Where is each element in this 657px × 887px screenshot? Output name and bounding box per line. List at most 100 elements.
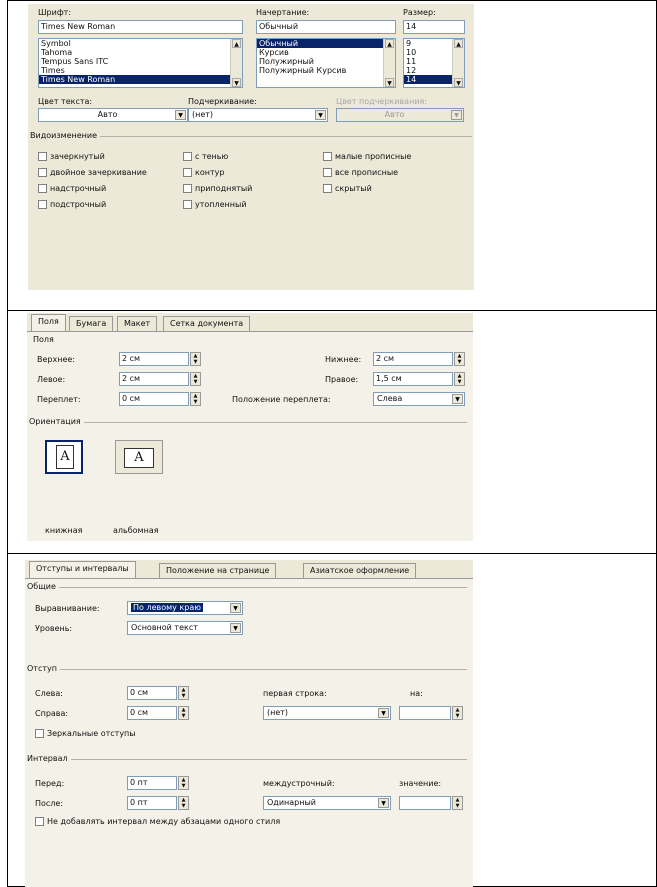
- checkbox-box[interactable]: [38, 168, 47, 177]
- spin-arrows-icon[interactable]: ▲ ▼: [190, 372, 201, 386]
- bottom-margin-spinner[interactable]: 2 см ▲ ▼: [373, 352, 465, 366]
- tab-page-position[interactable]: Положение на странице: [159, 563, 277, 578]
- tab-indents-spacing[interactable]: Отступы и интервалы: [29, 561, 136, 579]
- chevron-down-icon[interactable]: ▼: [378, 708, 389, 718]
- engrave-checkbox[interactable]: утопленный: [183, 200, 247, 210]
- list-item[interactable]: Полужирный: [257, 57, 395, 66]
- dont-add-spacing-checkbox[interactable]: Не добавлять интервал между абзацами одн…: [35, 817, 280, 827]
- list-item[interactable]: Times New Roman: [39, 75, 242, 84]
- superscript-checkbox[interactable]: надстрочный: [38, 184, 106, 194]
- scroll-down-icon[interactable]: ▼: [385, 78, 394, 87]
- outline-checkbox[interactable]: контур: [183, 168, 224, 178]
- gutter-position-select[interactable]: Слева ▼: [373, 392, 465, 406]
- scrollbar[interactable]: ▲ ▼: [452, 39, 464, 87]
- scroll-up-icon[interactable]: ▲: [232, 39, 241, 48]
- list-item[interactable]: Symbol: [39, 39, 242, 48]
- underline-color-select[interactable]: Авто ▼: [336, 108, 464, 122]
- after-input[interactable]: 0 пт: [127, 796, 177, 810]
- mirror-indents-checkbox[interactable]: Зеркальные отступы: [35, 729, 136, 739]
- checkbox-box[interactable]: [323, 152, 332, 161]
- chevron-down-icon[interactable]: ▼: [175, 110, 186, 120]
- spin-arrows-icon[interactable]: ▲ ▼: [452, 796, 463, 810]
- top-margin-spinner[interactable]: 2 см ▲ ▼: [119, 352, 201, 366]
- right-margin-input[interactable]: 1,5 см: [373, 372, 453, 386]
- tab-doc-grid[interactable]: Сетка документа: [163, 316, 251, 331]
- emboss-checkbox[interactable]: приподнятый: [183, 184, 252, 194]
- gutter-input[interactable]: 0 см: [119, 392, 189, 406]
- spin-arrows-icon[interactable]: ▲ ▼: [178, 686, 189, 700]
- size-list[interactable]: 9 10 11 12 14 ▲ ▼: [403, 38, 465, 88]
- checkbox-box[interactable]: [35, 817, 44, 826]
- level-select[interactable]: Основной текст ▼: [127, 621, 243, 635]
- top-margin-input[interactable]: 2 см: [119, 352, 189, 366]
- alignment-select[interactable]: По левому краю ▼: [127, 601, 243, 615]
- list-item[interactable]: Обычный: [257, 39, 395, 48]
- spin-arrows-icon[interactable]: ▲ ▼: [454, 352, 465, 366]
- list-item[interactable]: Tempus Sans ITC: [39, 57, 242, 66]
- checkbox-box[interactable]: [38, 200, 47, 209]
- checkbox-box[interactable]: [183, 168, 192, 177]
- right-indent-input[interactable]: 0 см: [127, 706, 177, 720]
- hidden-checkbox[interactable]: скрытый: [323, 184, 372, 194]
- list-item[interactable]: Times: [39, 66, 242, 75]
- scrollbar[interactable]: ▲ ▼: [230, 39, 242, 87]
- checkbox-box[interactable]: [38, 184, 47, 193]
- spin-arrows-icon[interactable]: ▲ ▼: [178, 706, 189, 720]
- chevron-down-icon[interactable]: ▼: [378, 798, 389, 808]
- list-item[interactable]: Tahoma: [39, 48, 242, 57]
- spin-arrows-icon[interactable]: ▲ ▼: [190, 392, 201, 406]
- scroll-down-icon[interactable]: ▼: [232, 78, 241, 87]
- chevron-down-icon[interactable]: ▼: [452, 394, 463, 404]
- checkbox-box[interactable]: [38, 152, 47, 161]
- all-caps-checkbox[interactable]: все прописные: [323, 168, 398, 178]
- scroll-up-icon[interactable]: ▲: [385, 39, 394, 48]
- spin-arrows-icon[interactable]: ▲ ▼: [190, 352, 201, 366]
- list-item[interactable]: Полужирный Курсив: [257, 66, 395, 75]
- font-input[interactable]: Times New Roman: [38, 20, 243, 34]
- left-margin-spinner[interactable]: 2 см ▲ ▼: [119, 372, 201, 386]
- checkbox-box[interactable]: [35, 729, 44, 738]
- strike-checkbox[interactable]: зачеркнутый: [38, 152, 105, 162]
- tab-asian-layout[interactable]: Азиатское оформление: [303, 563, 417, 578]
- underline-select[interactable]: (нет) ▼: [188, 108, 328, 122]
- style-input[interactable]: Обычный: [256, 20, 396, 34]
- portrait-option[interactable]: A: [45, 440, 83, 474]
- size-input[interactable]: 14: [403, 20, 465, 34]
- spin-arrows-icon[interactable]: ▲ ▼: [452, 706, 463, 720]
- gutter-spinner[interactable]: 0 см ▲ ▼: [119, 392, 201, 406]
- value-spinner[interactable]: ▲ ▼: [399, 796, 463, 810]
- checkbox-box[interactable]: [323, 168, 332, 177]
- bottom-margin-input[interactable]: 2 см: [373, 352, 453, 366]
- style-list[interactable]: Обычный Курсив Полужирный Полужирный Кур…: [256, 38, 396, 88]
- landscape-option[interactable]: A: [115, 440, 163, 474]
- chevron-down-icon[interactable]: ▼: [451, 110, 462, 120]
- font-list[interactable]: Symbol Tahoma Tempus Sans ITC Times Time…: [38, 38, 243, 88]
- by-input[interactable]: [399, 706, 451, 720]
- chevron-down-icon[interactable]: ▼: [230, 603, 241, 613]
- chevron-down-icon[interactable]: ▼: [230, 623, 241, 633]
- before-input[interactable]: 0 пт: [127, 776, 177, 790]
- before-spinner[interactable]: 0 пт ▲ ▼: [127, 776, 189, 790]
- text-color-select[interactable]: Авто ▼: [38, 108, 188, 122]
- subscript-checkbox[interactable]: подстрочный: [38, 200, 106, 210]
- checkbox-box[interactable]: [183, 200, 192, 209]
- line-spacing-select[interactable]: Одинарный ▼: [263, 796, 391, 810]
- left-margin-input[interactable]: 2 см: [119, 372, 189, 386]
- spin-arrows-icon[interactable]: ▲ ▼: [178, 796, 189, 810]
- right-indent-spinner[interactable]: 0 см ▲ ▼: [127, 706, 189, 720]
- small-caps-checkbox[interactable]: малые прописные: [323, 152, 411, 162]
- scroll-down-icon[interactable]: ▼: [454, 78, 463, 87]
- first-line-select[interactable]: (нет) ▼: [263, 706, 391, 720]
- shadow-checkbox[interactable]: с тенью: [183, 152, 228, 162]
- after-spinner[interactable]: 0 пт ▲ ▼: [127, 796, 189, 810]
- spin-arrows-icon[interactable]: ▲ ▼: [178, 776, 189, 790]
- tab-paper[interactable]: Бумага: [69, 316, 114, 331]
- checkbox-box[interactable]: [183, 184, 192, 193]
- double-strike-checkbox[interactable]: двойное зачеркивание: [38, 168, 147, 178]
- scrollbar[interactable]: ▲ ▼: [383, 39, 395, 87]
- checkbox-box[interactable]: [183, 152, 192, 161]
- spin-arrows-icon[interactable]: ▲ ▼: [454, 372, 465, 386]
- checkbox-box[interactable]: [323, 184, 332, 193]
- left-indent-spinner[interactable]: 0 см ▲ ▼: [127, 686, 189, 700]
- by-spinner[interactable]: ▲ ▼: [399, 706, 463, 720]
